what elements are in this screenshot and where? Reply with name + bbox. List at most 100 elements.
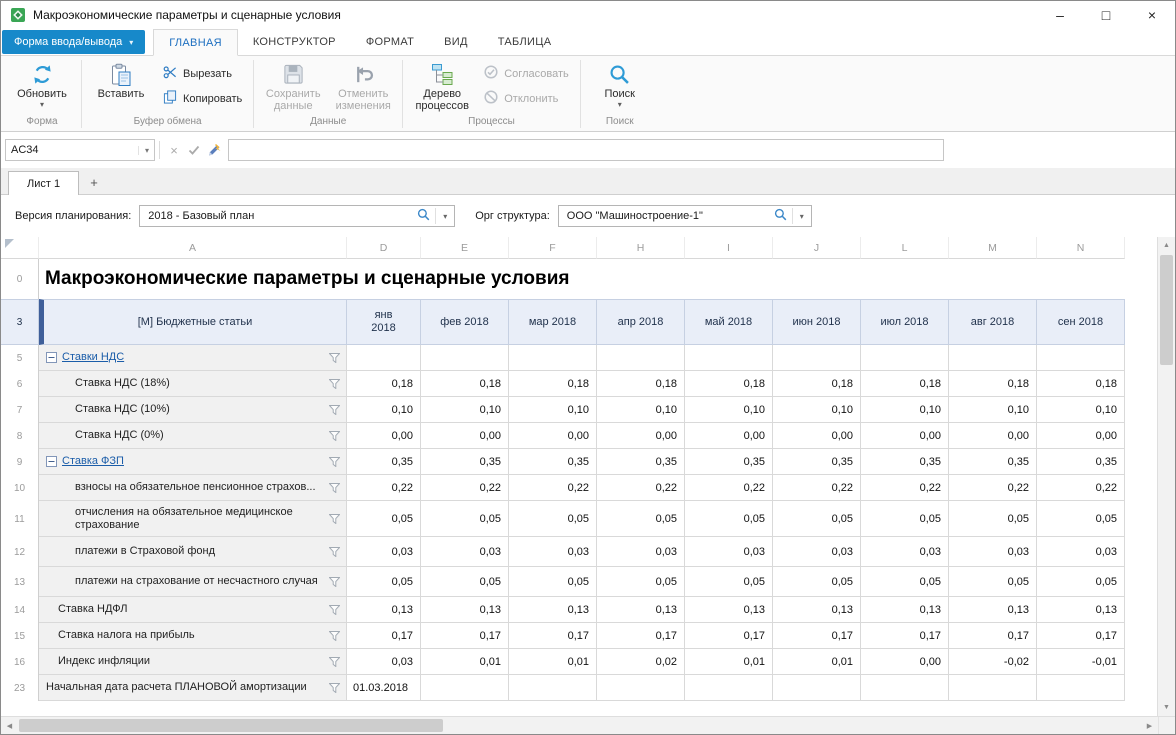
data-cell[interactable]: 0,05 xyxy=(861,567,949,597)
data-cell[interactable]: 0,17 xyxy=(509,623,597,649)
data-cell[interactable]: 0,13 xyxy=(421,597,509,623)
data-cell[interactable]: 0,17 xyxy=(597,623,685,649)
search-button[interactable]: Поиск ▾ xyxy=(586,59,654,109)
data-cell[interactable]: 0,01 xyxy=(773,649,861,675)
search-icon[interactable] xyxy=(774,208,787,224)
filter-icon[interactable] xyxy=(329,457,340,467)
data-cell[interactable]: 0,18 xyxy=(685,371,773,397)
column-header-H[interactable]: H xyxy=(597,237,685,259)
filter-icon[interactable] xyxy=(329,431,340,441)
row-label-cell[interactable]: отчисления на обязательное медицинское с… xyxy=(39,501,347,537)
cut-button[interactable]: Вырезать xyxy=(157,61,248,86)
data-cell[interactable]: 0,22 xyxy=(685,475,773,501)
row-label-cell[interactable]: Ставка налога на прибыль xyxy=(39,623,347,649)
column-header-A[interactable]: A xyxy=(39,237,347,259)
edit-formula-icon[interactable] xyxy=(204,143,224,157)
data-cell[interactable]: 0,17 xyxy=(421,623,509,649)
data-cell[interactable]: 0,18 xyxy=(949,371,1037,397)
data-cell[interactable]: 0,35 xyxy=(1037,449,1125,475)
data-cell[interactable]: 0,05 xyxy=(773,501,861,537)
tab-vid[interactable]: ВИД xyxy=(429,29,483,55)
group-link[interactable]: Ставки НДС xyxy=(62,351,124,364)
collapse-icon[interactable] xyxy=(46,456,57,467)
data-cell[interactable] xyxy=(949,675,1037,701)
column-header-L[interactable]: L xyxy=(861,237,949,259)
form-io-button[interactable]: Форма ввода/вывода ▾ xyxy=(2,30,145,54)
data-cell[interactable] xyxy=(421,675,509,701)
sheet-tab-list1[interactable]: Лист 1 xyxy=(8,171,79,195)
data-cell[interactable]: 0,03 xyxy=(861,537,949,567)
row-label-cell[interactable]: Ставка НДС (18%) xyxy=(39,371,347,397)
data-cell[interactable]: 0,13 xyxy=(685,597,773,623)
maximize-button[interactable]: □ xyxy=(1083,1,1129,29)
hscroll-thumb[interactable] xyxy=(19,719,443,732)
version-combo[interactable]: 2018 - Базовый план ▾ xyxy=(139,205,455,227)
data-cell[interactable]: 0,22 xyxy=(773,475,861,501)
data-cell[interactable]: 0,17 xyxy=(861,623,949,649)
data-cell[interactable]: 0,05 xyxy=(685,567,773,597)
decline-button[interactable]: Отклонить xyxy=(478,86,574,111)
data-cell[interactable]: 0,18 xyxy=(347,371,421,397)
month-header[interactable]: мар 2018 xyxy=(509,299,597,345)
row-label-cell[interactable]: Ставка НДС (10%) xyxy=(39,397,347,423)
filter-icon[interactable] xyxy=(329,577,340,587)
data-cell[interactable] xyxy=(347,345,421,371)
data-cell[interactable] xyxy=(1037,345,1125,371)
data-cell[interactable]: 0,03 xyxy=(1037,537,1125,567)
data-cell[interactable] xyxy=(949,345,1037,371)
data-cell[interactable]: 0,00 xyxy=(861,423,949,449)
data-cell[interactable]: 01.03.2018 xyxy=(347,675,421,701)
approve-button[interactable]: Согласовать xyxy=(478,61,574,86)
month-header[interactable]: авг 2018 xyxy=(949,299,1037,345)
data-cell[interactable] xyxy=(861,675,949,701)
column-header-N[interactable]: N xyxy=(1037,237,1125,259)
row-label-cell[interactable]: платежи в Страховой фонд xyxy=(39,537,347,567)
data-cell[interactable]: 0,00 xyxy=(509,423,597,449)
cell-name-box[interactable]: AC34 ▾ xyxy=(5,139,155,161)
save-data-button[interactable]: Сохранить данные xyxy=(259,59,327,112)
data-cell[interactable]: 0,10 xyxy=(685,397,773,423)
data-cell[interactable]: 0,05 xyxy=(773,567,861,597)
data-cell[interactable]: 0,13 xyxy=(1037,597,1125,623)
row-label-cell[interactable]: Индекс инфляции xyxy=(39,649,347,675)
filter-icon[interactable] xyxy=(329,405,340,415)
data-cell[interactable] xyxy=(597,675,685,701)
refresh-button[interactable]: Обновить ▾ xyxy=(8,59,76,109)
data-cell[interactable]: 0,05 xyxy=(949,567,1037,597)
filter-icon[interactable] xyxy=(329,605,340,615)
filter-icon[interactable] xyxy=(329,657,340,667)
data-cell[interactable]: 0,10 xyxy=(861,397,949,423)
column-header-E[interactable]: E xyxy=(421,237,509,259)
search-icon[interactable] xyxy=(417,208,430,224)
org-combo[interactable]: ООО "Машиностроение-1" ▾ xyxy=(558,205,812,227)
scroll-down-icon[interactable]: ▼ xyxy=(1158,699,1175,716)
grid-corner[interactable] xyxy=(1,237,39,259)
data-cell[interactable] xyxy=(773,345,861,371)
data-cell[interactable]: 0,10 xyxy=(949,397,1037,423)
data-cell[interactable]: 0,35 xyxy=(509,449,597,475)
data-cell[interactable]: 0,01 xyxy=(421,649,509,675)
data-cell[interactable]: 0,00 xyxy=(347,423,421,449)
filter-icon[interactable] xyxy=(329,514,340,524)
month-header[interactable]: июл 2018 xyxy=(861,299,949,345)
process-tree-button[interactable]: Дерево процессов xyxy=(408,59,476,112)
data-cell[interactable]: 0,22 xyxy=(597,475,685,501)
data-cell[interactable]: 0,10 xyxy=(773,397,861,423)
data-cell[interactable]: 0,13 xyxy=(861,597,949,623)
filter-icon[interactable] xyxy=(329,483,340,493)
data-cell[interactable] xyxy=(773,675,861,701)
scroll-left-icon[interactable]: ◀ xyxy=(1,717,18,734)
data-cell[interactable]: 0,05 xyxy=(421,567,509,597)
data-cell[interactable]: 0,17 xyxy=(773,623,861,649)
month-header[interactable]: янв 2018 xyxy=(347,299,421,345)
data-cell[interactable]: 0,17 xyxy=(949,623,1037,649)
data-cell[interactable]: 0,10 xyxy=(509,397,597,423)
data-cell[interactable]: 0,10 xyxy=(597,397,685,423)
data-cell[interactable]: 0,17 xyxy=(347,623,421,649)
data-cell[interactable]: 0,35 xyxy=(597,449,685,475)
data-cell[interactable]: 0,05 xyxy=(597,501,685,537)
column-header-F[interactable]: F xyxy=(509,237,597,259)
tab-tablitsa[interactable]: ТАБЛИЦА xyxy=(483,29,567,55)
data-cell[interactable]: 0,22 xyxy=(949,475,1037,501)
data-cell[interactable]: 0,05 xyxy=(949,501,1037,537)
